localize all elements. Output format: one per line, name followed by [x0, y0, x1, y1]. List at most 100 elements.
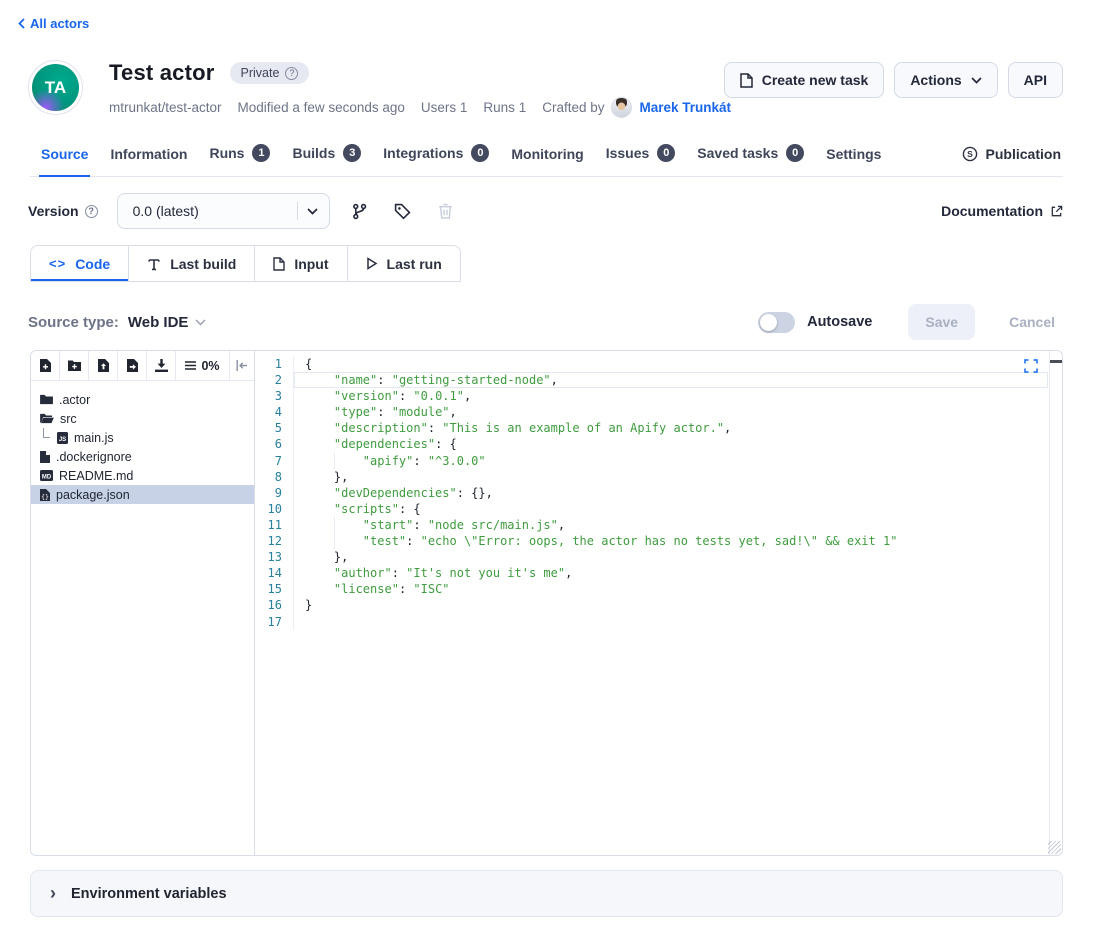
source-type-row: Source type: Web IDE Autosave Save Cance…	[28, 304, 1063, 340]
zoom-control[interactable]: 0%	[176, 351, 230, 380]
delete-version-button[interactable]	[433, 198, 459, 224]
editor-scrollbar[interactable]	[1049, 351, 1062, 855]
file-tree-item-src[interactable]: src	[31, 409, 254, 428]
file-name: .dockerignore	[56, 450, 132, 464]
autosave-toggle[interactable]	[758, 312, 795, 333]
import-file-button[interactable]	[118, 351, 147, 380]
tab-information[interactable]: Information	[99, 140, 198, 176]
svg-text:{}: {}	[41, 493, 49, 501]
subtab-input[interactable]: Input	[254, 245, 347, 282]
code-line: 3 "version": "0.0.1",	[255, 388, 1048, 404]
line-number: 4	[255, 404, 293, 420]
file-tree-item-main-js[interactable]: JSmain.js	[31, 428, 254, 447]
code-line: 8 },	[255, 469, 1048, 485]
subtab-label: Last run	[387, 256, 442, 272]
code-line-text: "apify": "^3.0.0"	[293, 453, 1048, 469]
chevron-left-icon	[18, 18, 25, 29]
line-number: 3	[255, 388, 293, 404]
actor-header: TA Test actor Private ? mtrunkat/test-ac…	[28, 60, 1063, 118]
file-panel: 0% .actorsrcJSmain.js .dockerignore MDREAD…	[31, 351, 255, 855]
actor-meta: mtrunkat/test-actor Modified a few secon…	[109, 97, 724, 118]
zoom-value: 0%	[201, 359, 219, 373]
download-button[interactable]	[147, 351, 176, 380]
cancel-button[interactable]: Cancel	[1001, 314, 1063, 330]
code-line-text: },	[293, 549, 1048, 565]
tree-branch-line	[43, 428, 50, 438]
subtab-last-run[interactable]: Last run	[347, 245, 461, 282]
new-file-button[interactable]	[31, 351, 60, 380]
author-avatar	[611, 97, 632, 118]
line-number: 16	[255, 597, 293, 613]
file-md-icon: MD	[40, 470, 53, 481]
environment-variables-accordion[interactable]: › Environment variables	[30, 870, 1063, 917]
code-line: 12 "test": "echo \"Error: oops, the acto…	[255, 533, 1048, 549]
file-tree-item-readme-md[interactable]: MDREADME.md	[31, 466, 254, 485]
code-pane[interactable]: 1{2 "name": "getting-started-node",3 "ve…	[255, 351, 1062, 855]
tab-publication[interactable]: S Publication	[960, 140, 1063, 176]
code-line-text: "start": "node src/main.js",	[293, 517, 1048, 533]
source-type-select[interactable]: Web IDE	[128, 314, 207, 331]
save-button[interactable]: Save	[908, 304, 975, 340]
actions-label: Actions	[910, 72, 961, 88]
tab-source[interactable]: Source	[30, 140, 99, 176]
documentation-link[interactable]: Documentation	[941, 203, 1063, 219]
new-file-icon	[40, 359, 51, 372]
collapse-left-icon	[236, 360, 248, 371]
file-tree-item--dockerignore[interactable]: .dockerignore	[31, 447, 254, 466]
tab-label: Monitoring	[511, 146, 583, 162]
breadcrumb[interactable]: All actors	[18, 16, 89, 31]
version-select-value: 0.0 (latest)	[133, 203, 297, 219]
trash-icon	[438, 203, 453, 219]
store-icon: S	[962, 146, 978, 162]
breadcrumb-label: All actors	[30, 16, 89, 31]
code-line-text	[293, 614, 1048, 630]
tag-version-button[interactable]	[390, 198, 416, 224]
actor-handle: mtrunkat/test-actor	[109, 100, 222, 115]
import-file-icon	[127, 359, 138, 372]
subtab-last-build[interactable]: Last build	[128, 245, 255, 282]
new-folder-icon	[68, 360, 81, 371]
api-button[interactable]: API	[1008, 62, 1063, 98]
create-new-task-button[interactable]: Create new task	[724, 62, 885, 98]
code-line: 1{	[255, 356, 1048, 372]
document-icon	[740, 73, 753, 88]
upload-file-button[interactable]	[89, 351, 118, 380]
version-select[interactable]: 0.0 (latest)	[117, 193, 330, 229]
code-line: 11 "start": "node src/main.js",	[255, 517, 1048, 533]
git-branch-button[interactable]	[347, 198, 373, 224]
tab-saved-tasks[interactable]: Saved tasks0	[686, 138, 815, 176]
svg-text:S: S	[967, 149, 973, 159]
line-number: 17	[255, 614, 293, 630]
code-line: 7 "apify": "^3.0.0"	[255, 453, 1048, 469]
source-type-value: Web IDE	[128, 314, 189, 331]
tab-integrations[interactable]: Integrations0	[372, 138, 500, 176]
tab-settings[interactable]: Settings	[815, 140, 892, 176]
code-line-text: "test": "echo \"Error: oops, the actor h…	[293, 533, 1048, 549]
collapse-panel-button[interactable]	[230, 351, 254, 380]
help-icon[interactable]: ?	[285, 67, 298, 80]
page-title: Test actor	[109, 60, 215, 86]
code-editor: 0% .actorsrcJSmain.js .dockerignore MDREAD…	[30, 350, 1063, 856]
api-label: API	[1024, 72, 1047, 88]
subtab-code[interactable]: <>Code	[30, 245, 129, 282]
resize-handle[interactable]	[1048, 841, 1061, 854]
file-tree-item-package-json[interactable]: {}package.json	[31, 485, 254, 504]
author-link[interactable]: Marek Trunkát	[639, 100, 731, 115]
tab-count-badge: 0	[471, 144, 489, 162]
tab-runs[interactable]: Runs1	[198, 138, 281, 176]
subtab-label: Code	[75, 256, 110, 272]
actions-button[interactable]: Actions	[894, 62, 997, 98]
help-icon[interactable]: ?	[85, 205, 98, 218]
tab-builds[interactable]: Builds3	[281, 138, 372, 176]
fullscreen-button[interactable]	[1024, 359, 1038, 373]
line-number: 7	[255, 453, 293, 469]
tab-count-badge: 3	[343, 144, 361, 162]
scrollbar-thumb[interactable]	[1050, 360, 1062, 363]
new-folder-button[interactable]	[60, 351, 89, 380]
file-plain-icon	[40, 451, 50, 463]
tab-monitoring[interactable]: Monitoring	[500, 140, 594, 176]
tab-label: Runs	[209, 145, 244, 161]
file-tree-item--actor[interactable]: .actor	[31, 390, 254, 409]
code-line-text: "version": "0.0.1",	[293, 388, 1048, 404]
tab-issues[interactable]: Issues0	[595, 138, 687, 176]
